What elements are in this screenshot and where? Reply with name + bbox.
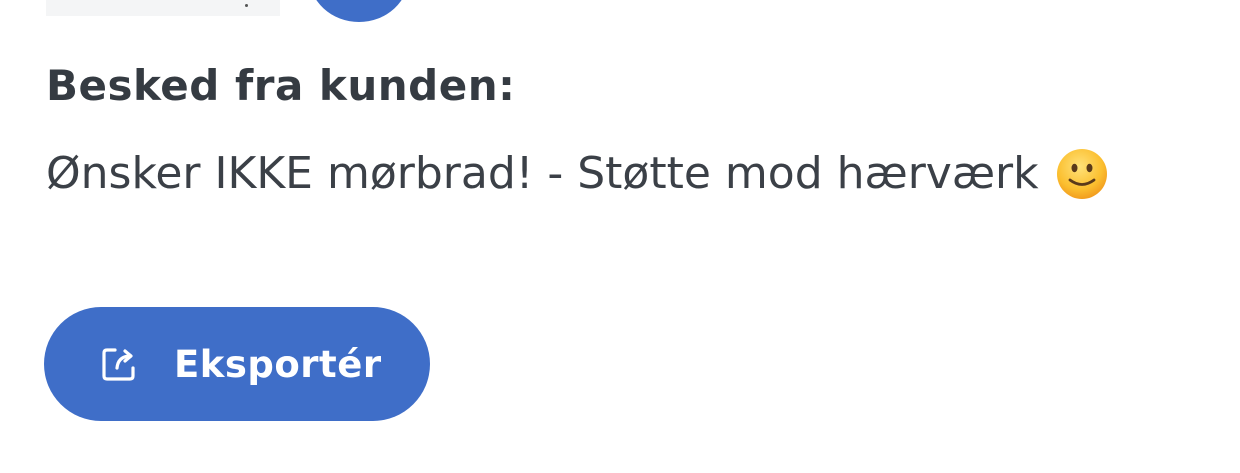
export-button-label: Eksportér xyxy=(174,342,382,386)
top-cropped-mark xyxy=(245,4,248,7)
customer-message: Ønsker IKKE mørbrad! - Støtte mod hærvær… xyxy=(46,144,1109,204)
share-export-icon xyxy=(102,348,135,381)
customer-message-text: Ønsker IKKE mørbrad! - Støtte mod hærvær… xyxy=(46,148,1039,199)
slightly-smiling-face-icon xyxy=(1056,149,1107,199)
top-cropped-field xyxy=(46,0,280,16)
top-cropped-round-button[interactable] xyxy=(309,0,409,22)
export-button[interactable]: Eksportér xyxy=(44,307,430,421)
customer-message-heading: Besked fra kunden: xyxy=(46,61,516,110)
